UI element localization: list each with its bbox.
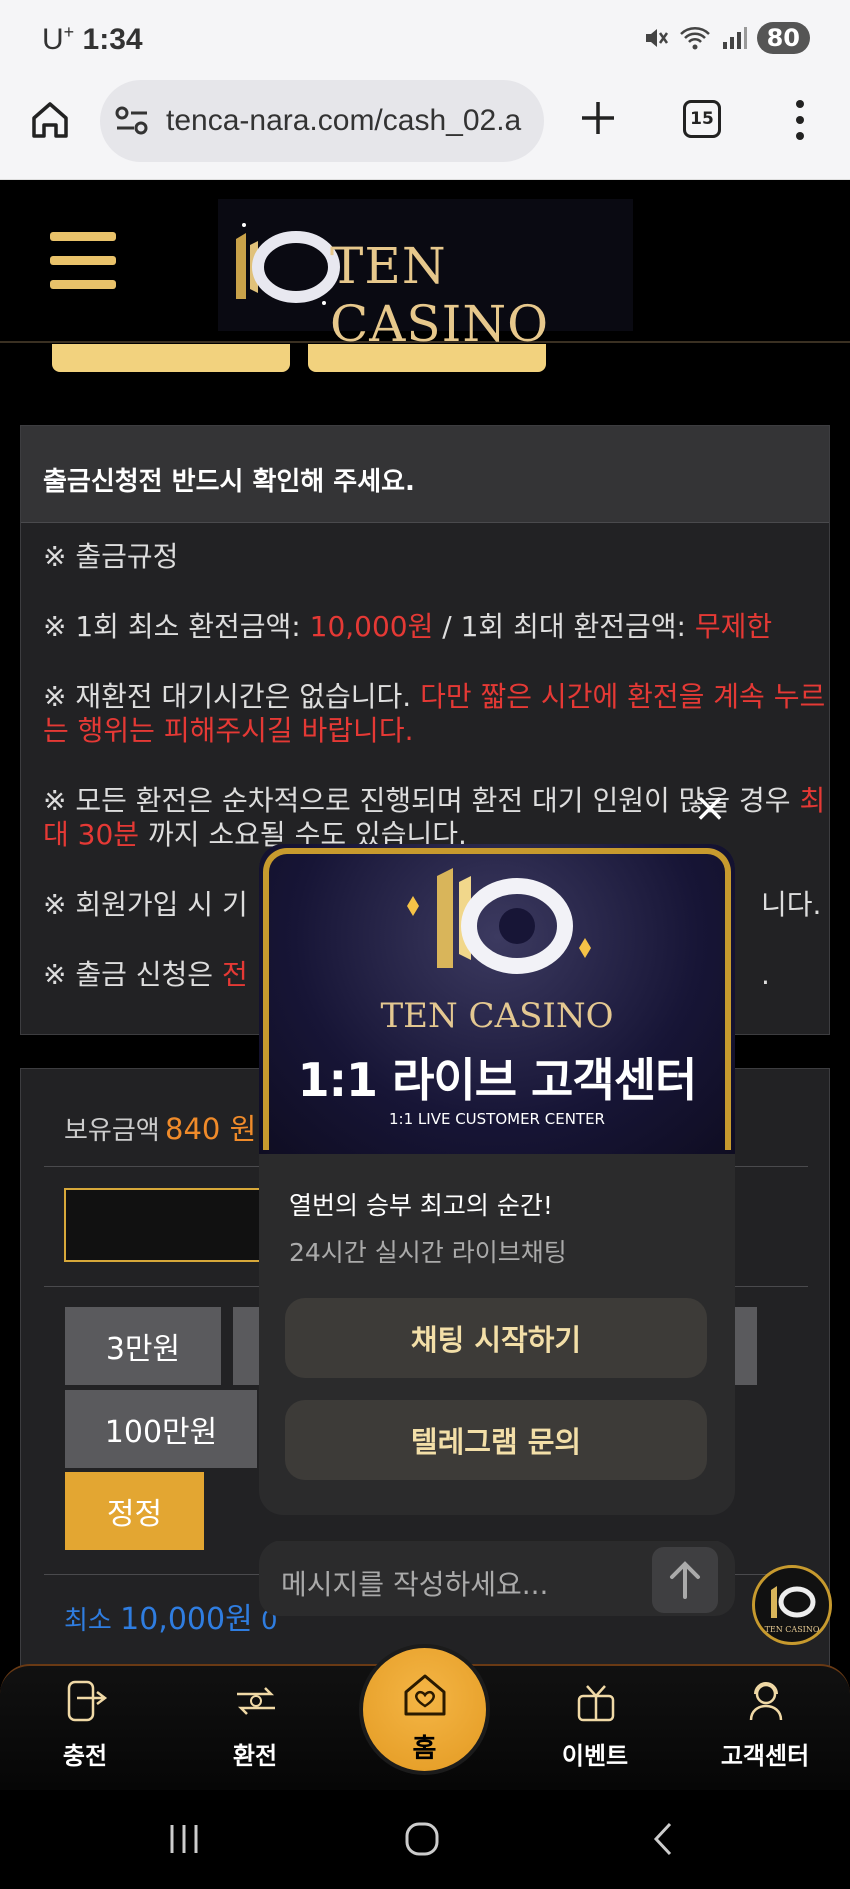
- notice-highlight: 10,000원: [309, 610, 434, 643]
- nav-home[interactable]: 홈: [359, 1644, 490, 1775]
- send-button[interactable]: [652, 1547, 718, 1613]
- gift-icon: [577, 1685, 615, 1722]
- message-input[interactable]: 메시지를 작성하세요...: [281, 1563, 548, 1603]
- nav-support[interactable]: 고객센터: [705, 1672, 825, 1782]
- logo-text: TEN CASINO: [330, 237, 550, 353]
- status-time-group: U+ 1:34: [42, 22, 143, 57]
- system-home-icon[interactable]: [402, 1819, 442, 1859]
- notice-rule-heading: ※ 출금규정: [43, 540, 179, 573]
- charge-icon: [67, 1680, 108, 1722]
- support-agent-icon: [749, 1682, 783, 1721]
- live-chat-popup: TEN CASINO 1:1 라이브 고객센터 1:1 LIVE CUSTOME…: [259, 844, 735, 1515]
- site-logo[interactable]: TEN CASINO: [218, 199, 633, 353]
- popup-brand: TEN CASINO: [380, 996, 614, 1036]
- message-composer: 메시지를 작성하세요...: [259, 1540, 735, 1616]
- signal-icon: [722, 27, 747, 49]
- wifi-icon: [679, 27, 710, 50]
- recent-apps-icon[interactable]: [164, 1819, 204, 1859]
- url-text: tenca-nara.com/cash_02.a: [166, 104, 522, 137]
- system-navigation-bar: [0, 1790, 850, 1889]
- carrier-sup: +: [63, 22, 75, 42]
- telegram-inquiry-button[interactable]: 텔레그램 문의: [285, 1400, 707, 1480]
- notice-text: ※ 재환전 대기시간은 없습니다.: [43, 680, 421, 713]
- minimum-amount: 최소 10,000원 0: [64, 1594, 278, 1638]
- notice-line-wait: ※ 재환전 대기시간은 없습니다. 다만 짧은 시간에 환전을 계속 누르는 행…: [43, 680, 833, 748]
- popup-banner-title: 1:1 라이브 고객센터: [297, 1053, 698, 1107]
- min-label: 최소: [64, 1606, 112, 1636]
- tab-switcher-button[interactable]: 15: [683, 100, 721, 138]
- reset-button[interactable]: 정정: [65, 1472, 204, 1550]
- nav-charge-label: 충전: [62, 1742, 108, 1770]
- popup-banner-subtitle: 1:1 LIVE CUSTOMER CENTER: [389, 1110, 605, 1128]
- nav-support-label: 고객센터: [720, 1742, 810, 1770]
- popup-headline: 열번의 승부 최고의 순간!: [289, 1191, 553, 1220]
- balance-amount: 840 원: [165, 1112, 257, 1146]
- more-menu-icon[interactable]: [794, 98, 806, 142]
- status-icons: 80: [643, 22, 810, 54]
- nav-event[interactable]: 이벤트: [535, 1672, 655, 1782]
- notice-highlight: 무제한: [694, 610, 773, 643]
- logo-emblem-icon: [236, 223, 340, 305]
- min-value: 10,000원: [120, 1602, 253, 1637]
- notice-text: ※ 1회 최소 환전금액:: [43, 610, 310, 643]
- nav-home-label: 홈: [412, 1734, 437, 1764]
- notice-title: 출금신청전 반드시 확인해 주세요.: [21, 426, 829, 523]
- notice-line-limits: ※ 1회 최소 환전금액: 10,000원 / 1회 최대 환전금액: 무제한: [43, 610, 833, 644]
- nav-charge[interactable]: 충전: [25, 1672, 145, 1782]
- status-bar: U+ 1:34 80: [0, 0, 850, 78]
- amount-chip-30000[interactable]: 3만원: [65, 1307, 221, 1385]
- amount-input[interactable]: [64, 1188, 264, 1262]
- new-tab-icon[interactable]: [576, 96, 620, 140]
- carrier-label: U: [42, 23, 64, 56]
- exchange-icon: [237, 1687, 275, 1715]
- chat-logo-text: TEN CASINO: [765, 1625, 820, 1634]
- browser-toolbar: tenca-nara.com/cash_02.a 15: [0, 78, 850, 180]
- notice-text: ※ 모든 환전은 순차적으로 진행되며 환전 대기 인원이 많을 경우: [43, 784, 800, 817]
- address-bar[interactable]: tenca-nara.com/cash_02.a: [100, 80, 544, 162]
- nav-exchange[interactable]: 환전: [195, 1672, 315, 1782]
- mute-icon: [645, 29, 668, 47]
- top-tab-right[interactable]: [308, 344, 546, 372]
- nav-event-label: 이벤트: [561, 1742, 629, 1770]
- site-settings-icon[interactable]: [114, 104, 150, 138]
- chat-logo-icon: TEN CASINO: [765, 1586, 820, 1634]
- notice-text: .: [761, 958, 770, 991]
- notice-text: 니다.: [761, 888, 822, 921]
- notice-text: / 1회 최대 환전금액:: [433, 610, 695, 643]
- popup-logo-emblem-icon: [407, 868, 591, 974]
- start-chat-button[interactable]: 채팅 시작하기: [285, 1298, 707, 1378]
- screen: U+ 1:34 80 tenca-nara.com/cash_02.a 15 T…: [0, 0, 850, 1889]
- back-icon[interactable]: [644, 1819, 684, 1859]
- status-time: 1:34: [82, 23, 143, 56]
- amount-chip[interactable]: [735, 1307, 757, 1385]
- nav-exchange-label: 환전: [232, 1742, 278, 1770]
- balance-label: 보유금액: [64, 1116, 160, 1146]
- popup-message-area: 메시지를 작성하세요...: [259, 1540, 735, 1620]
- home-icon[interactable]: [28, 98, 72, 142]
- hamburger-menu-icon[interactable]: [50, 232, 116, 290]
- popup-banner: TEN CASINO 1:1 라이브 고객센터 1:1 LIVE CUSTOME…: [259, 844, 735, 1154]
- notice-text: ※ 회원가입 시 기: [43, 888, 248, 921]
- amount-chip-1000000[interactable]: 100만원: [65, 1390, 257, 1468]
- home-heart-icon: [404, 1674, 446, 1716]
- popup-close-button[interactable]: ×: [690, 788, 730, 828]
- notice-highlight: 전: [221, 958, 248, 991]
- arrow-up-icon: [670, 1561, 700, 1599]
- notice-text: ※ 출금 신청은: [43, 958, 222, 991]
- top-tab-left[interactable]: [52, 344, 290, 372]
- popup-subline: 24시간 실시간 라이브채팅: [289, 1238, 567, 1267]
- battery-indicator: 80: [756, 22, 810, 54]
- floating-chat-logo[interactable]: TEN CASINO: [752, 1565, 832, 1645]
